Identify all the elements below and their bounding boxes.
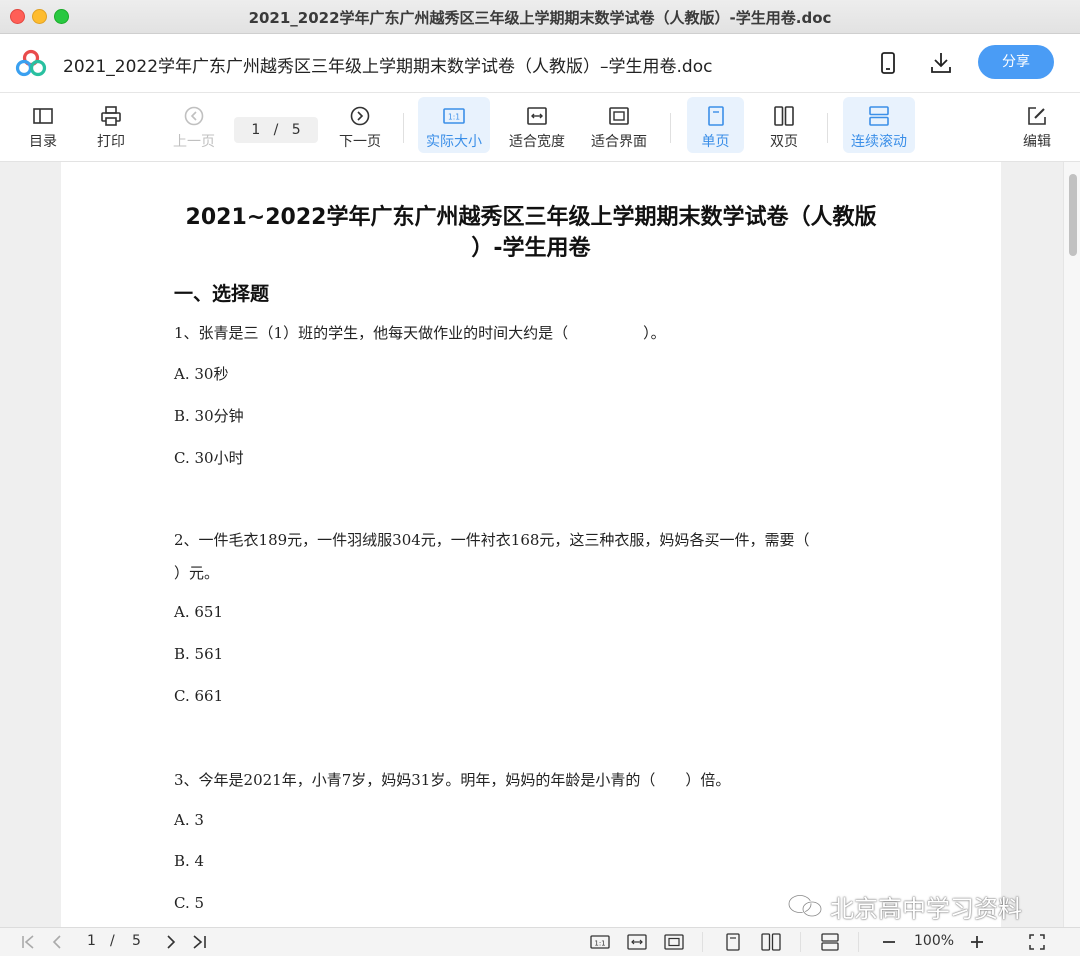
page-number-input[interactable]: 1 / 5 xyxy=(234,117,318,143)
svg-text:1:1: 1:1 xyxy=(594,940,605,948)
exam-title-line1: 2021~2022学年广东广州越秀区三年级上学期期末数学试卷（人教版 xyxy=(185,205,877,230)
question-2-option-c: C. 661 xyxy=(174,687,224,705)
toolbar-divider xyxy=(670,113,671,143)
question-2-option-a: A. 651 xyxy=(174,603,223,621)
share-button[interactable]: 分享 xyxy=(978,45,1054,79)
bottom-page-total: 5 xyxy=(132,933,141,949)
actual-size-button[interactable]: 1:1 实际大小 xyxy=(418,97,490,153)
double-page-small-icon[interactable] xyxy=(761,933,781,951)
print-icon xyxy=(101,106,121,126)
single-page-small-icon[interactable] xyxy=(724,933,742,951)
continuous-scroll-small-icon[interactable] xyxy=(820,933,840,951)
wechat-icon xyxy=(787,894,823,918)
continuous-scroll-button[interactable]: 连续滚动 xyxy=(843,97,915,153)
window-title: 2021_2022学年广东广州越秀区三年级上学期期末数学试卷（人教版）-学生用卷… xyxy=(248,9,832,27)
document-page: 2021~2022学年广东广州越秀区三年级上学期期末数学试卷（人教版 ）-学生用… xyxy=(61,162,1001,927)
document-viewport[interactable]: 2021~2022学年广东广州越秀区三年级上学期期末数学试卷（人教版 ）-学生用… xyxy=(0,162,1080,927)
last-page-icon[interactable] xyxy=(190,933,208,951)
double-page-button[interactable]: 双页 xyxy=(758,97,810,153)
fit-width-icon xyxy=(527,107,547,125)
download-icon[interactable] xyxy=(928,50,954,76)
toc-icon xyxy=(33,108,53,124)
exam-title-line2: ）-学生用卷 xyxy=(471,236,591,261)
fit-screen-small-icon[interactable] xyxy=(664,933,684,951)
next-page-button[interactable]: 下一页 xyxy=(332,97,388,153)
next-page-icon xyxy=(350,106,370,126)
edit-label: 编辑 xyxy=(1023,134,1051,150)
first-page-icon[interactable] xyxy=(20,933,38,951)
fit-screen-label: 适合界面 xyxy=(591,134,647,150)
status-divider xyxy=(800,932,801,952)
question-1-option-c: C. 30小时 xyxy=(174,449,244,467)
zoom-level[interactable]: 100% xyxy=(914,933,954,951)
app-logo-icon xyxy=(15,49,47,77)
question-3-option-a: A. 3 xyxy=(174,811,204,829)
fit-width-small-icon[interactable] xyxy=(627,933,647,951)
scrollbar-thumb[interactable] xyxy=(1069,174,1077,256)
continuous-scroll-label: 连续滚动 xyxy=(851,134,907,150)
page-current: 1 xyxy=(251,122,261,138)
prev-page-small-icon[interactable] xyxy=(48,933,66,951)
question-1-option-b: B. 30分钟 xyxy=(174,407,244,425)
page-separator: / xyxy=(273,122,279,138)
question-2-option-b: B. 561 xyxy=(174,645,224,663)
question-3-option-b: B. 4 xyxy=(174,852,205,870)
status-divider xyxy=(702,932,703,952)
vertical-scrollbar[interactable] xyxy=(1063,162,1080,927)
app-header: 2021_2022学年广东广州越秀区三年级上学期期末数学试卷（人教版）–学生用卷… xyxy=(0,34,1080,93)
exam-title: 2021~2022学年广东广州越秀区三年级上学期期末数学试卷（人教版 ）-学生用… xyxy=(171,202,891,264)
next-page-label: 下一页 xyxy=(339,134,381,150)
question-1: 1、张青是三（1）班的学生，他每天做作业的时间大约是（ ）。 xyxy=(174,324,666,342)
print-label: 打印 xyxy=(97,134,125,150)
document-title: 2021_2022学年广东广州越秀区三年级上学期期末数学试卷（人教版）–学生用卷… xyxy=(63,57,713,77)
status-bar: 1 / 5 1:1 100% xyxy=(0,927,1080,956)
continuous-scroll-icon xyxy=(869,106,889,126)
actual-size-small-icon[interactable]: 1:1 xyxy=(590,933,610,951)
zoom-in-icon[interactable] xyxy=(968,933,986,951)
toolbar-divider xyxy=(827,113,828,143)
single-page-label: 单页 xyxy=(701,134,730,150)
bottom-page-current[interactable]: 1 xyxy=(87,933,96,951)
prev-page-label: 上一页 xyxy=(173,134,215,150)
page-total: 5 xyxy=(291,122,301,138)
prev-page-icon xyxy=(184,106,204,126)
status-divider xyxy=(858,932,859,952)
bottom-page-separator: / xyxy=(110,933,115,949)
actual-size-icon: 1:1 xyxy=(443,108,465,124)
phone-icon[interactable] xyxy=(875,50,901,76)
edit-icon xyxy=(1028,107,1046,125)
double-page-icon xyxy=(774,106,794,126)
fit-screen-button[interactable]: 适合界面 xyxy=(585,97,653,153)
question-2-line2: ）元。 xyxy=(174,564,220,582)
print-button[interactable]: 打印 xyxy=(86,97,136,153)
toolbar-divider xyxy=(403,113,404,143)
single-page-icon xyxy=(707,106,724,126)
question-3-option-c: C. 5 xyxy=(174,894,205,912)
prev-page-button[interactable]: 上一页 xyxy=(166,97,222,153)
fit-screen-icon xyxy=(609,107,629,125)
fit-width-label: 适合宽度 xyxy=(509,134,565,150)
toolbar: 目录 打印 上一页 1 / 5 下一页 1:1 实际大小 适合宽度 适合界面 单… xyxy=(0,93,1080,162)
question-2-line1: 2、一件毛衣189元，一件羽绒服304元，一件衬衣168元，这三种衣服，妈妈各买… xyxy=(174,531,810,549)
question-1-option-a: A. 30秒 xyxy=(174,365,229,383)
watermark-text: 北京高中学习资料 xyxy=(830,895,1022,923)
toc-button[interactable]: 目录 xyxy=(18,97,68,153)
section-heading: 一、选择题 xyxy=(174,283,270,305)
zoom-out-icon[interactable] xyxy=(880,933,898,951)
svg-text:1:1: 1:1 xyxy=(448,113,460,122)
question-3: 3、今年是2021年，小青7岁，妈妈31岁。明年，妈妈的年龄是小青的（ ）倍。 xyxy=(174,771,731,789)
actual-size-label: 实际大小 xyxy=(426,134,482,150)
edit-button[interactable]: 编辑 xyxy=(1012,97,1062,153)
next-page-small-icon[interactable] xyxy=(162,933,180,951)
window-titlebar: 2021_2022学年广东广州越秀区三年级上学期期末数学试卷（人教版）-学生用卷… xyxy=(0,0,1080,34)
fullscreen-icon[interactable] xyxy=(1028,933,1046,951)
toc-label: 目录 xyxy=(29,134,57,150)
single-page-button[interactable]: 单页 xyxy=(687,97,744,153)
fit-width-button[interactable]: 适合宽度 xyxy=(503,97,571,153)
double-page-label: 双页 xyxy=(770,134,798,150)
